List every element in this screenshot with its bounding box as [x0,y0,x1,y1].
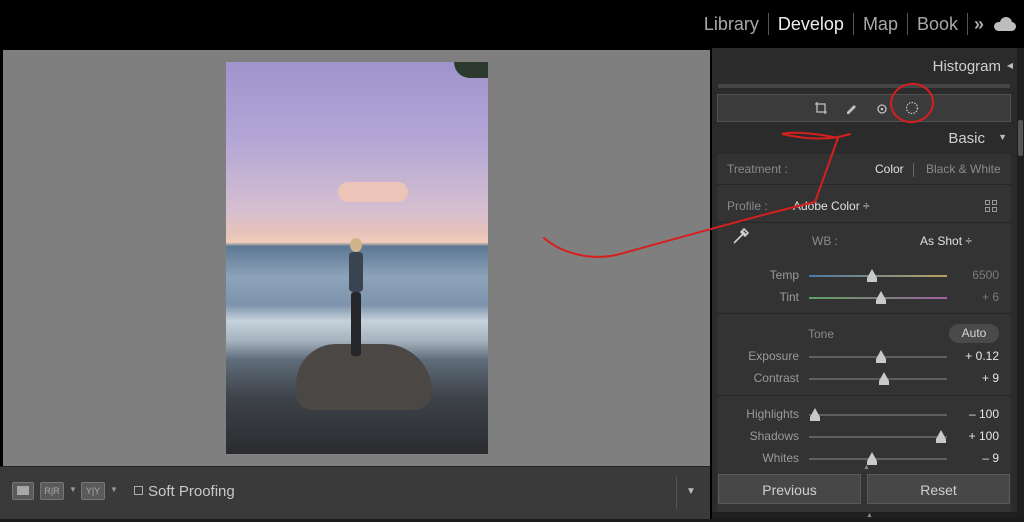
divider [717,313,1011,314]
slider-value[interactable]: – 100 [969,407,999,421]
divider [717,395,1011,396]
slider-thumb[interactable] [809,408,820,421]
crop-overlay-icon[interactable] [814,101,828,115]
tool-strip [717,94,1011,122]
treatment-divider [913,163,914,177]
before-after-split-button[interactable]: Y|Y [81,482,105,500]
slider-label: Tint [779,290,799,304]
slider-thumb[interactable] [867,269,878,282]
slider-highlights[interactable]: Highlights – 100 [717,407,1011,423]
red-eye-icon[interactable] [875,101,889,115]
soft-proofing-checkbox[interactable] [134,486,143,495]
spot-removal-icon[interactable] [844,101,858,115]
treatment-color-option[interactable]: Color [875,162,904,176]
slider-track[interactable] [809,458,947,460]
tone-label: Tone [808,327,835,341]
before-after-dropdown-icon[interactable]: ▼ [69,485,77,494]
basic-panel: Treatment : Color Black & White Profile … [717,154,1011,516]
profile-row: Profile : Adobe Color ÷ [727,199,1007,213]
auto-tone-button[interactable]: Auto [949,324,999,343]
module-book[interactable]: Book [908,14,967,35]
divider [717,184,1011,185]
slider-temp[interactable]: Temp 6500 [717,268,1011,284]
reset-button[interactable]: Reset [867,474,1010,504]
split-dropdown-icon[interactable]: ▼ [110,485,118,494]
photo-person [346,238,366,358]
histogram-strip [718,84,1010,88]
treatment-bw-option[interactable]: Black & White [926,162,1001,176]
slider-value[interactable]: – 9 [982,451,999,465]
photo-leaves [454,62,488,78]
toolbar-divider [676,477,677,509]
slider-exposure[interactable]: Exposure + 0.12 [717,349,1011,365]
histogram-header[interactable]: Histogram ◀ [932,58,1013,75]
previous-button[interactable]: Previous [718,474,861,504]
module-map[interactable]: Map [854,14,907,35]
treatment-row: Treatment : Color Black & White [727,162,1007,178]
slider-thumb[interactable] [875,350,886,363]
slider-shadows[interactable]: Shadows + 100 [717,429,1011,445]
slider-label: Temp [769,268,799,282]
profile-dropdown[interactable]: Adobe Color ÷ [793,199,870,213]
slider-thumb[interactable] [875,291,886,304]
slider-label: Highlights [746,407,799,421]
profile-label: Profile : [727,199,768,213]
develop-right-panel: Histogram ◀ Basic ▼ Treatment : Color Bl… [712,48,1017,522]
slider-value[interactable]: + 9 [982,371,999,385]
bottom-toolbar: R|R ▼ Y|Y ▼ Soft Proofing ▼ [0,466,710,519]
image-viewer[interactable] [3,50,710,466]
eyedropper-icon[interactable] [731,226,751,246]
slider-label: Contrast [753,371,799,385]
collapse-triangle-icon[interactable]: ◀ [1007,61,1013,70]
slider-value[interactable]: + 100 [969,429,999,443]
toolbar-menu-icon[interactable]: ▼ [686,486,696,497]
cloud-icon[interactable] [992,17,1018,31]
slider-value[interactable]: + 6 [982,290,999,304]
basic-panel-title[interactable]: Basic [948,130,985,147]
photo-cloud [338,182,408,202]
slider-tint[interactable]: Tint + 6 [717,290,1011,306]
panel-scroll-thumb[interactable] [1018,120,1023,156]
slider-label: Whites [762,451,799,465]
masking-icon[interactable] [905,101,919,115]
module-bar: Library Develop Map Book » [0,0,1024,48]
expand-triangle-icon[interactable]: ▼ [998,132,1007,142]
photo-preview[interactable] [226,62,488,454]
panel-footer [712,512,1017,519]
slider-label: Shadows [749,429,799,443]
module-develop[interactable]: Develop [769,14,853,35]
module-library[interactable]: Library [695,14,768,35]
slider-thumb[interactable] [867,452,878,465]
more-modules-button[interactable]: » [968,14,990,35]
loupe-view-button[interactable] [12,482,34,500]
histogram-title: Histogram [932,58,1001,75]
footer-expand-icon[interactable]: ▲ [866,512,873,519]
panel-expand-icon[interactable]: ▲ [863,464,870,471]
slider-value[interactable]: + 0.12 [965,349,999,363]
slider-track[interactable] [809,275,947,277]
divider [717,222,1011,223]
before-after-button[interactable]: R|R [40,482,64,500]
module-picker: Library Develop Map Book » [695,10,1018,38]
profile-browser-icon[interactable] [985,200,997,212]
slider-value[interactable]: 6500 [972,268,999,282]
slider-track[interactable] [809,436,947,438]
soft-proofing-label[interactable]: Soft Proofing [148,483,235,500]
slider-label: Exposure [748,349,799,363]
wb-label: WB : [812,234,838,248]
slider-thumb[interactable] [936,430,947,443]
slider-thumb[interactable] [878,372,889,385]
slider-track[interactable] [809,414,947,416]
wb-dropdown[interactable]: As Shot ÷ [920,234,972,248]
slider-contrast[interactable]: Contrast + 9 [717,371,1011,387]
treatment-label: Treatment : [727,162,788,176]
